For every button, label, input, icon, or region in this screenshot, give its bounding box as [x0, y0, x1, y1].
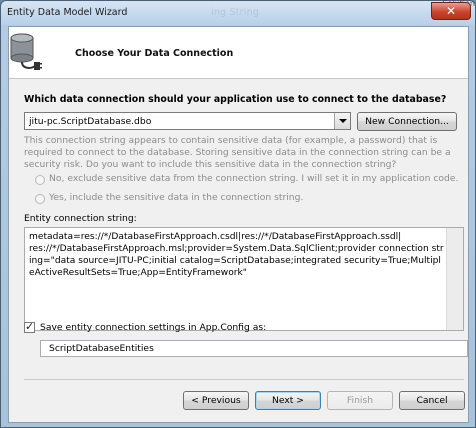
- entity-connection-textbox[interactable]: metadata=res://*/DatabaseFirstApproach.c…: [24, 227, 464, 331]
- chevron-down-icon[interactable]: [334, 113, 350, 129]
- new-connection-button[interactable]: New Connection...: [357, 112, 457, 131]
- window-title: Entity Data Model Wizard: [7, 7, 128, 18]
- finish-button[interactable]: Finish: [327, 391, 393, 410]
- wizard-window: Entity Data Model Wizard ing String Solu…: [0, 0, 476, 428]
- next-button[interactable]: Next >: [255, 391, 321, 410]
- entity-connection-value: metadata=res://*/DatabaseFirstApproach.c…: [29, 232, 444, 278]
- include-sensitive-label: Yes, include the sensitive data in the c…: [49, 192, 304, 203]
- entities-name-input[interactable]: ScriptDatabaseEntities: [40, 340, 468, 357]
- exclude-sensitive-label: No, exclude sensitive data from the conn…: [49, 173, 459, 184]
- exclude-sensitive-radio[interactable]: [35, 175, 45, 185]
- previous-button[interactable]: < Previous: [183, 391, 249, 410]
- connection-select[interactable]: jitu-pc.ScriptDatabase.dbo: [24, 112, 351, 130]
- close-button[interactable]: ✕: [431, 2, 471, 20]
- background-title-ghost: ing String: [211, 7, 260, 18]
- footer-separator: [24, 379, 464, 380]
- sensitive-data-warning: This connection string appears to contai…: [24, 135, 451, 170]
- entity-connection-label: Entity connection string:: [24, 213, 137, 224]
- include-sensitive-radio[interactable]: [35, 194, 45, 204]
- wizard-client-area: Choose Your Data Connection Which data c…: [8, 26, 469, 423]
- textbox-scrollbar[interactable]: [446, 228, 463, 330]
- connection-select-value: jitu-pc.ScriptDatabase.dbo: [29, 116, 152, 127]
- close-icon: ✕: [445, 4, 457, 18]
- database-plug-icon: [10, 33, 42, 70]
- page-title: Choose Your Data Connection: [75, 48, 234, 59]
- cancel-button[interactable]: Cancel: [399, 391, 465, 410]
- wizard-header: Choose Your Data Connection: [9, 27, 468, 79]
- connection-question: Which data connection should your applic…: [24, 94, 447, 105]
- save-settings-checkbox[interactable]: [24, 320, 35, 333]
- entities-name-value: ScriptDatabaseEntities: [49, 343, 154, 354]
- save-settings-label: Save entity connection settings in App.C…: [40, 322, 267, 333]
- title-bar[interactable]: Entity Data Model Wizard ing String Solu…: [1, 0, 475, 25]
